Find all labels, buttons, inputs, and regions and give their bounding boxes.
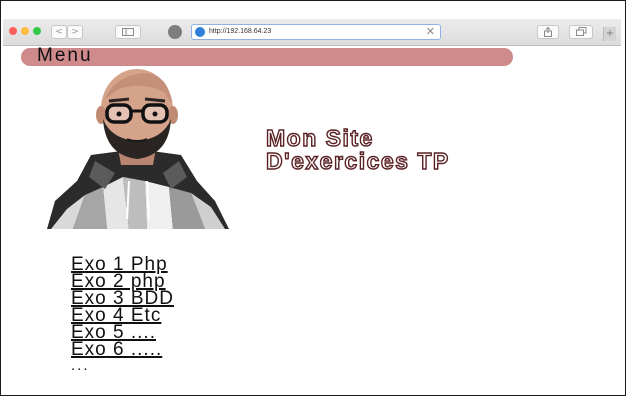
share-button[interactable] xyxy=(537,25,559,39)
tabs-icon xyxy=(575,27,586,36)
sidebar-button[interactable] xyxy=(115,25,141,39)
link-exo-6[interactable]: Exo 6 ..... xyxy=(71,340,174,359)
url-text: http://192.168.64.23 xyxy=(209,28,272,35)
close-window-button[interactable] xyxy=(9,27,17,35)
back-button[interactable]: < xyxy=(51,25,67,39)
avatar-illustration xyxy=(47,69,229,229)
address-bar[interactable]: http://192.168.64.23 ✕ xyxy=(191,24,441,40)
menu-bar[interactable]: Menu xyxy=(21,45,513,66)
site-title-line-1: Mon Site xyxy=(265,125,374,151)
zoom-window-button[interactable] xyxy=(33,27,41,35)
forward-icon: > xyxy=(71,27,79,37)
globe-icon xyxy=(195,27,205,37)
minimize-window-button[interactable] xyxy=(21,27,29,35)
share-icon xyxy=(544,26,552,37)
browser-window: < > http://192.168.64.23 ✕ + Menu Mon Si… xyxy=(0,0,626,396)
new-tab-icon[interactable]: + xyxy=(603,27,616,41)
more-ellipsis: ... xyxy=(71,357,90,374)
sidebar-icon xyxy=(122,28,134,36)
tabs-button[interactable] xyxy=(569,25,593,39)
browser-toolbar: < > http://192.168.64.23 ✕ + xyxy=(3,19,621,46)
privacy-icon[interactable] xyxy=(168,25,182,39)
site-title: Mon Site D'exercices TP xyxy=(265,125,450,174)
close-icon[interactable]: ✕ xyxy=(426,25,435,39)
menu-label: Menu xyxy=(37,45,93,66)
site-title-line-2: D'exercices TP xyxy=(265,148,450,174)
back-icon: < xyxy=(55,27,63,37)
exercise-links: Exo 1 Php Exo 2 php Exo 3 BDD Exo 4 Etc … xyxy=(71,255,174,374)
forward-button[interactable]: > xyxy=(67,25,83,39)
